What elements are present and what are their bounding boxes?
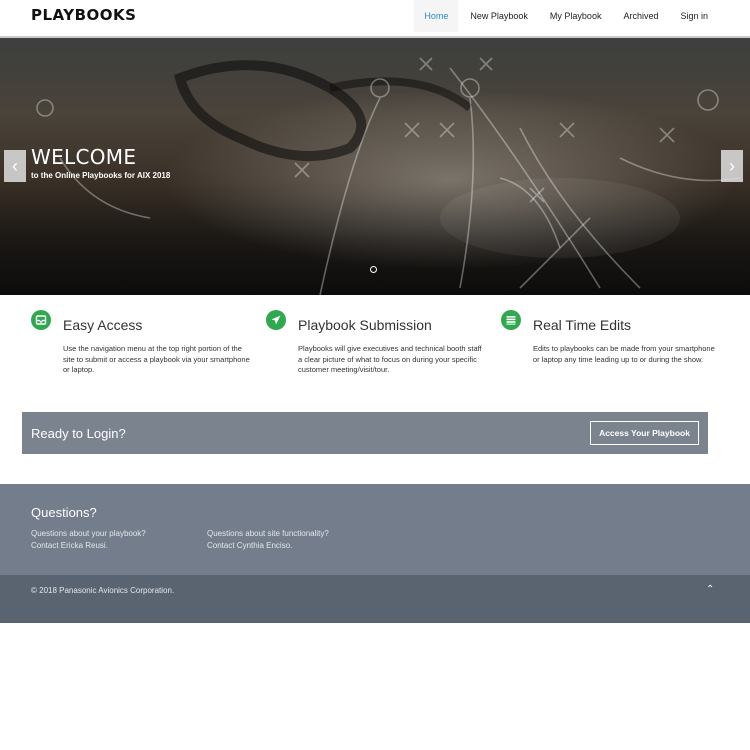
site-header: PLAYBOOKS Home New Playbook My Playbook … xyxy=(0,0,750,38)
feature-title: Playbook Submission xyxy=(298,317,432,333)
brand-logo[interactable]: PLAYBOOKS xyxy=(31,6,136,24)
carousel-indicator[interactable] xyxy=(370,266,377,273)
nav-new-playbook[interactable]: New Playbook xyxy=(460,0,538,32)
chevron-up-icon: ⌃ xyxy=(706,584,715,595)
nav-my-playbook[interactable]: My Playbook xyxy=(540,0,612,32)
main-nav: Home New Playbook My Playbook Archived S… xyxy=(412,0,718,36)
hero-subtitle: to the Online Playbooks for AIX 2018 xyxy=(31,171,171,180)
contact-question: Questions about site functionality? xyxy=(207,529,329,538)
carousel-next-button[interactable]: › xyxy=(721,150,743,182)
access-playbook-button[interactable]: Access Your Playbook xyxy=(590,421,699,445)
copyright-text: © 2018 Panasonic Avionics Corporation. xyxy=(31,586,175,595)
nav-archived[interactable]: Archived xyxy=(613,0,668,32)
feature-text: Use the navigation menu at the top right… xyxy=(63,344,250,374)
carousel-prev-button[interactable]: ‹ xyxy=(4,150,26,182)
contact-site: Questions about site functionality? Cont… xyxy=(207,528,329,552)
feature-text: Edits to playbooks can be made from your… xyxy=(533,344,715,364)
contact-question: Questions about your playbook? xyxy=(31,529,146,538)
list-icon xyxy=(501,310,521,330)
feature-title: Easy Access xyxy=(63,317,143,333)
hero-carousel: ‹ › WELCOME to the Online Playbooks for … xyxy=(0,38,750,295)
footer-bottom: © 2018 Panasonic Avionics Corporation. ⌃ xyxy=(0,575,750,623)
cta-text: Ready to Login? xyxy=(31,426,126,441)
contact-person[interactable]: Contact Ericka Reusi. xyxy=(31,540,146,552)
nav-home[interactable]: Home xyxy=(414,0,459,32)
footer-questions: Questions? Questions about your playbook… xyxy=(0,484,750,575)
scroll-top-button[interactable]: ⌃ xyxy=(706,584,714,595)
feature-text: Playbooks will give executives and techn… xyxy=(298,344,482,374)
inbox-icon xyxy=(31,310,51,330)
chevron-left-icon: ‹ xyxy=(12,156,18,176)
hero-title: WELCOME xyxy=(31,145,137,169)
nav-sign-in[interactable]: Sign in xyxy=(670,0,718,32)
footer-title: Questions? xyxy=(31,505,97,520)
contact-playbook: Questions about your playbook? Contact E… xyxy=(31,528,146,552)
chevron-right-icon: › xyxy=(729,156,735,176)
plane-icon xyxy=(266,310,286,330)
login-cta-banner: Ready to Login? Access Your Playbook xyxy=(22,412,708,454)
contact-person[interactable]: Contact Cynthia Enciso. xyxy=(207,540,329,552)
feature-title: Real Time Edits xyxy=(533,317,632,333)
